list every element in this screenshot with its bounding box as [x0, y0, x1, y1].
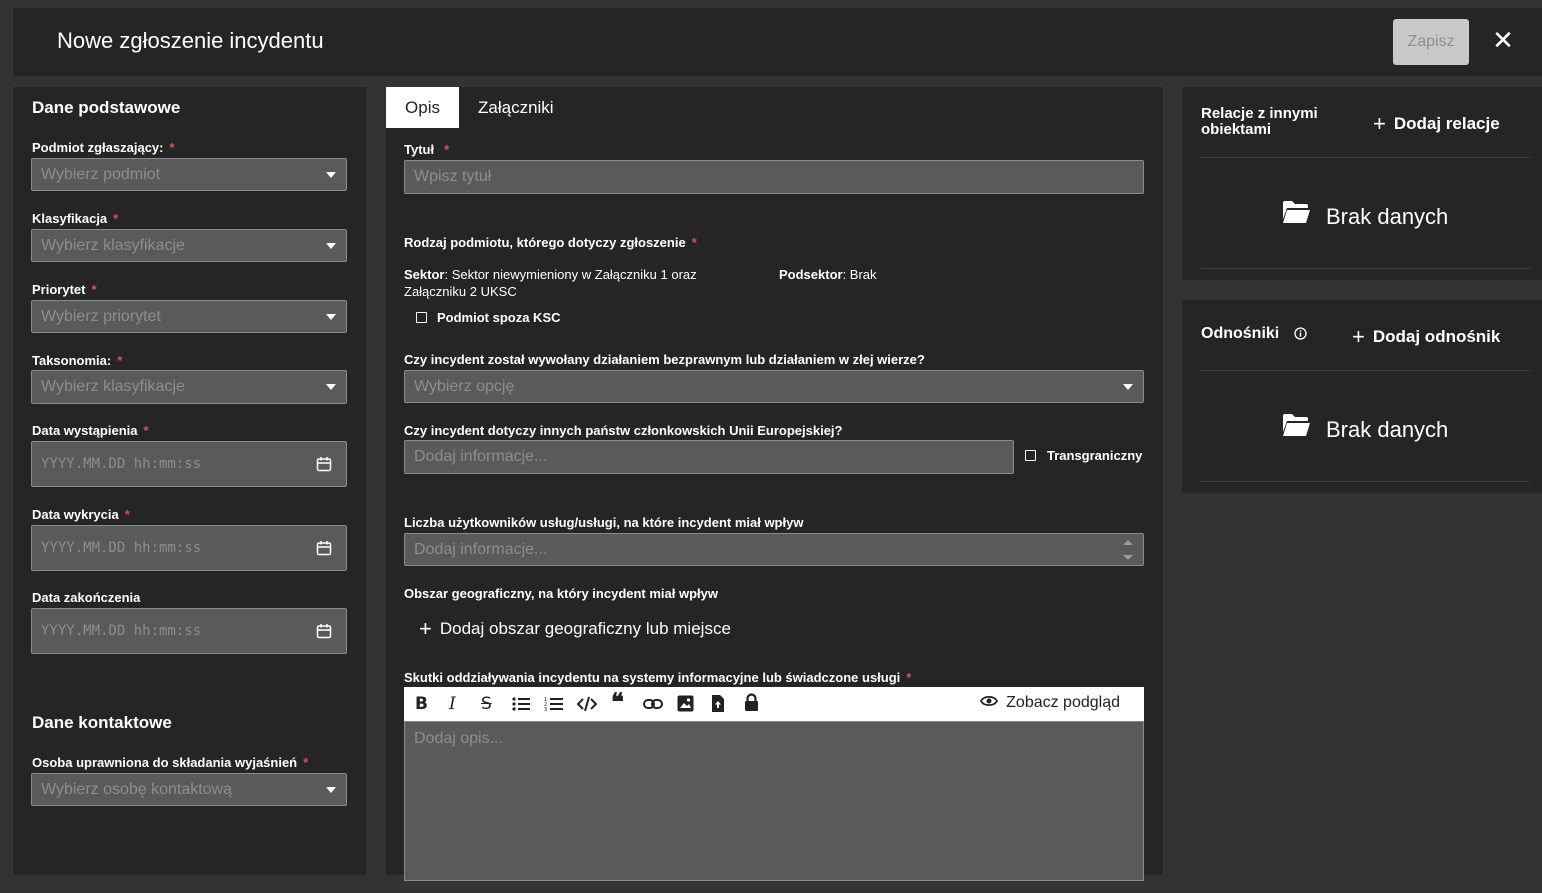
quote-icon[interactable]: ❝: [611, 690, 624, 714]
other-states-input[interactable]: Dodaj informacje...: [404, 440, 1014, 474]
tab-description[interactable]: Opis: [386, 87, 459, 128]
chevron-down-icon: [326, 313, 336, 320]
italic-icon[interactable]: I: [449, 694, 456, 714]
page-title: Nowe zgłoszenie incydentu: [57, 28, 324, 53]
end-date-input[interactable]: YYYY.MM.DD hh:mm:ss: [31, 608, 347, 654]
geo-area-label: Obszar geograficzny, na który incydent m…: [404, 586, 719, 601]
reporting-entity-select[interactable]: Wybierz podmiot: [31, 158, 347, 191]
info-icon[interactable]: [1294, 327, 1307, 345]
effects-editor[interactable]: Dodaj opis...: [404, 721, 1144, 881]
calendar-icon[interactable]: [316, 623, 332, 639]
folder-open-icon: [1282, 200, 1311, 229]
detection-date-label: Data wykrycia *: [32, 507, 130, 522]
eye-icon: [980, 694, 999, 712]
preview-button[interactable]: Zobacz podgląd: [980, 694, 1120, 712]
outside-ksc-checkbox[interactable]: [416, 312, 427, 323]
lock-icon[interactable]: [744, 693, 759, 712]
outside-ksc-label: Podmiot spoza KSC: [437, 310, 561, 325]
bold-icon[interactable]: B: [415, 694, 428, 714]
priority-label: Priorytet *: [32, 282, 97, 297]
title-input[interactable]: Wpisz tytuł: [404, 160, 1144, 194]
references-title: Odnośniki: [1201, 325, 1280, 342]
users-count-input[interactable]: Dodaj informacje...: [404, 533, 1144, 566]
chevron-down-icon: [326, 171, 336, 178]
increment-icon[interactable]: [1123, 540, 1133, 545]
empty-state-text: Brak danych: [1326, 204, 1449, 229]
chevron-down-icon: [1123, 383, 1133, 390]
priority-select[interactable]: Wybierz priorytet: [31, 300, 347, 333]
cross-border-label: Transgraniczny: [1047, 448, 1143, 463]
folder-open-icon: [1282, 413, 1311, 442]
divider: [1201, 157, 1530, 158]
plus-icon: +: [1373, 111, 1386, 136]
relations-panel: Relacje z innymi obiektami + Dodaj relacje…: [1182, 87, 1542, 280]
add-geo-area-button[interactable]: + Dodaj obszar geograficzny lub miejsce: [419, 616, 731, 642]
editor-toolbar: B I S 123 ❝ Zobacz podgląd: [404, 687, 1144, 721]
tab-attachments[interactable]: Załączniki: [478, 87, 554, 128]
strikethrough-icon[interactable]: S: [481, 694, 492, 714]
references-panel: Odnośniki + Dodaj odnośnik Brak danych: [1182, 300, 1542, 493]
numbered-list-icon[interactable]: 123: [544, 696, 563, 712]
decrement-icon[interactable]: [1123, 555, 1133, 560]
sector-text: Sektor: Sektor niewymieniony w Załącznik…: [404, 267, 697, 299]
relations-title: Relacje z innymi obiektami: [1201, 105, 1318, 138]
taxonomy-select[interactable]: Wybierz klasyfikacje: [31, 370, 347, 404]
cross-border-checkbox[interactable]: [1025, 450, 1036, 461]
divider: [1201, 481, 1530, 482]
chevron-down-icon: [326, 384, 336, 390]
unlawful-select[interactable]: Wybierz opcję: [404, 370, 1144, 403]
modal-header: Nowe zgłoszenie incydentu Zapisz ✕: [13, 8, 1542, 76]
end-date-label: Data zakończenia: [32, 590, 141, 605]
occurrence-date-input[interactable]: YYYY.MM.DD hh:mm:ss: [31, 441, 347, 487]
contact-person-select[interactable]: Wybierz osobę kontaktową: [31, 773, 347, 806]
occurrence-date-label: Data wystąpienia *: [32, 423, 149, 438]
calendar-icon[interactable]: [316, 456, 332, 472]
unlawful-label: Czy incydent został wywołany działaniem …: [404, 352, 925, 367]
file-upload-icon[interactable]: [711, 694, 725, 713]
other-states-label: Czy incydent dotyczy innych państw człon…: [404, 423, 843, 438]
plus-icon: +: [1352, 324, 1365, 349]
contact-person-label: Osoba uprawniona do składania wyjaśnień *: [32, 755, 309, 770]
editor-placeholder: Dodaj opis...: [414, 730, 503, 747]
save-button[interactable]: Zapisz: [1393, 19, 1469, 65]
add-relation-button[interactable]: + Dodaj relacje: [1373, 111, 1500, 137]
chevron-down-icon: [326, 786, 336, 793]
subsector-text: Podsektor: Brak: [779, 267, 877, 282]
chevron-down-icon: [326, 242, 336, 249]
users-count-label: Liczba użytkowników usług/usługi, na któ…: [404, 515, 804, 530]
image-icon[interactable]: [677, 695, 694, 712]
plus-icon: +: [419, 616, 432, 641]
bullet-list-icon[interactable]: [512, 696, 530, 712]
divider: [1201, 370, 1530, 371]
add-reference-button[interactable]: + Dodaj odnośnik: [1352, 324, 1500, 350]
calendar-icon[interactable]: [316, 540, 332, 556]
code-icon[interactable]: [577, 696, 597, 712]
basic-data-panel: Dane podstawowe Podmiot zgłaszający: * Wy…: [13, 87, 366, 875]
svg-text:3: 3: [544, 707, 547, 712]
section-title-contact: Dane kontaktowe: [32, 713, 172, 732]
link-icon[interactable]: [643, 695, 663, 713]
divider: [1201, 268, 1530, 269]
empty-state-text: Brak danych: [1326, 417, 1449, 442]
classification-select[interactable]: Wybierz klasyfikacje: [31, 229, 347, 262]
reporting-entity-label: Podmiot zgłaszający: *: [32, 140, 175, 155]
section-title-basic: Dane podstawowe: [32, 98, 181, 117]
close-icon[interactable]: ✕: [1491, 27, 1515, 54]
detection-date-input[interactable]: YYYY.MM.DD hh:mm:ss: [31, 525, 347, 571]
taxonomy-label: Taksonomia: *: [32, 353, 123, 368]
entity-type-label: Rodzaj podmiotu, którego dotyczy zgłosze…: [404, 235, 697, 250]
effects-label: Skutki oddziaływania incydentu na system…: [404, 670, 912, 685]
classification-label: Klasyfikacja *: [32, 211, 119, 226]
title-label: Tytuł *: [404, 142, 450, 157]
